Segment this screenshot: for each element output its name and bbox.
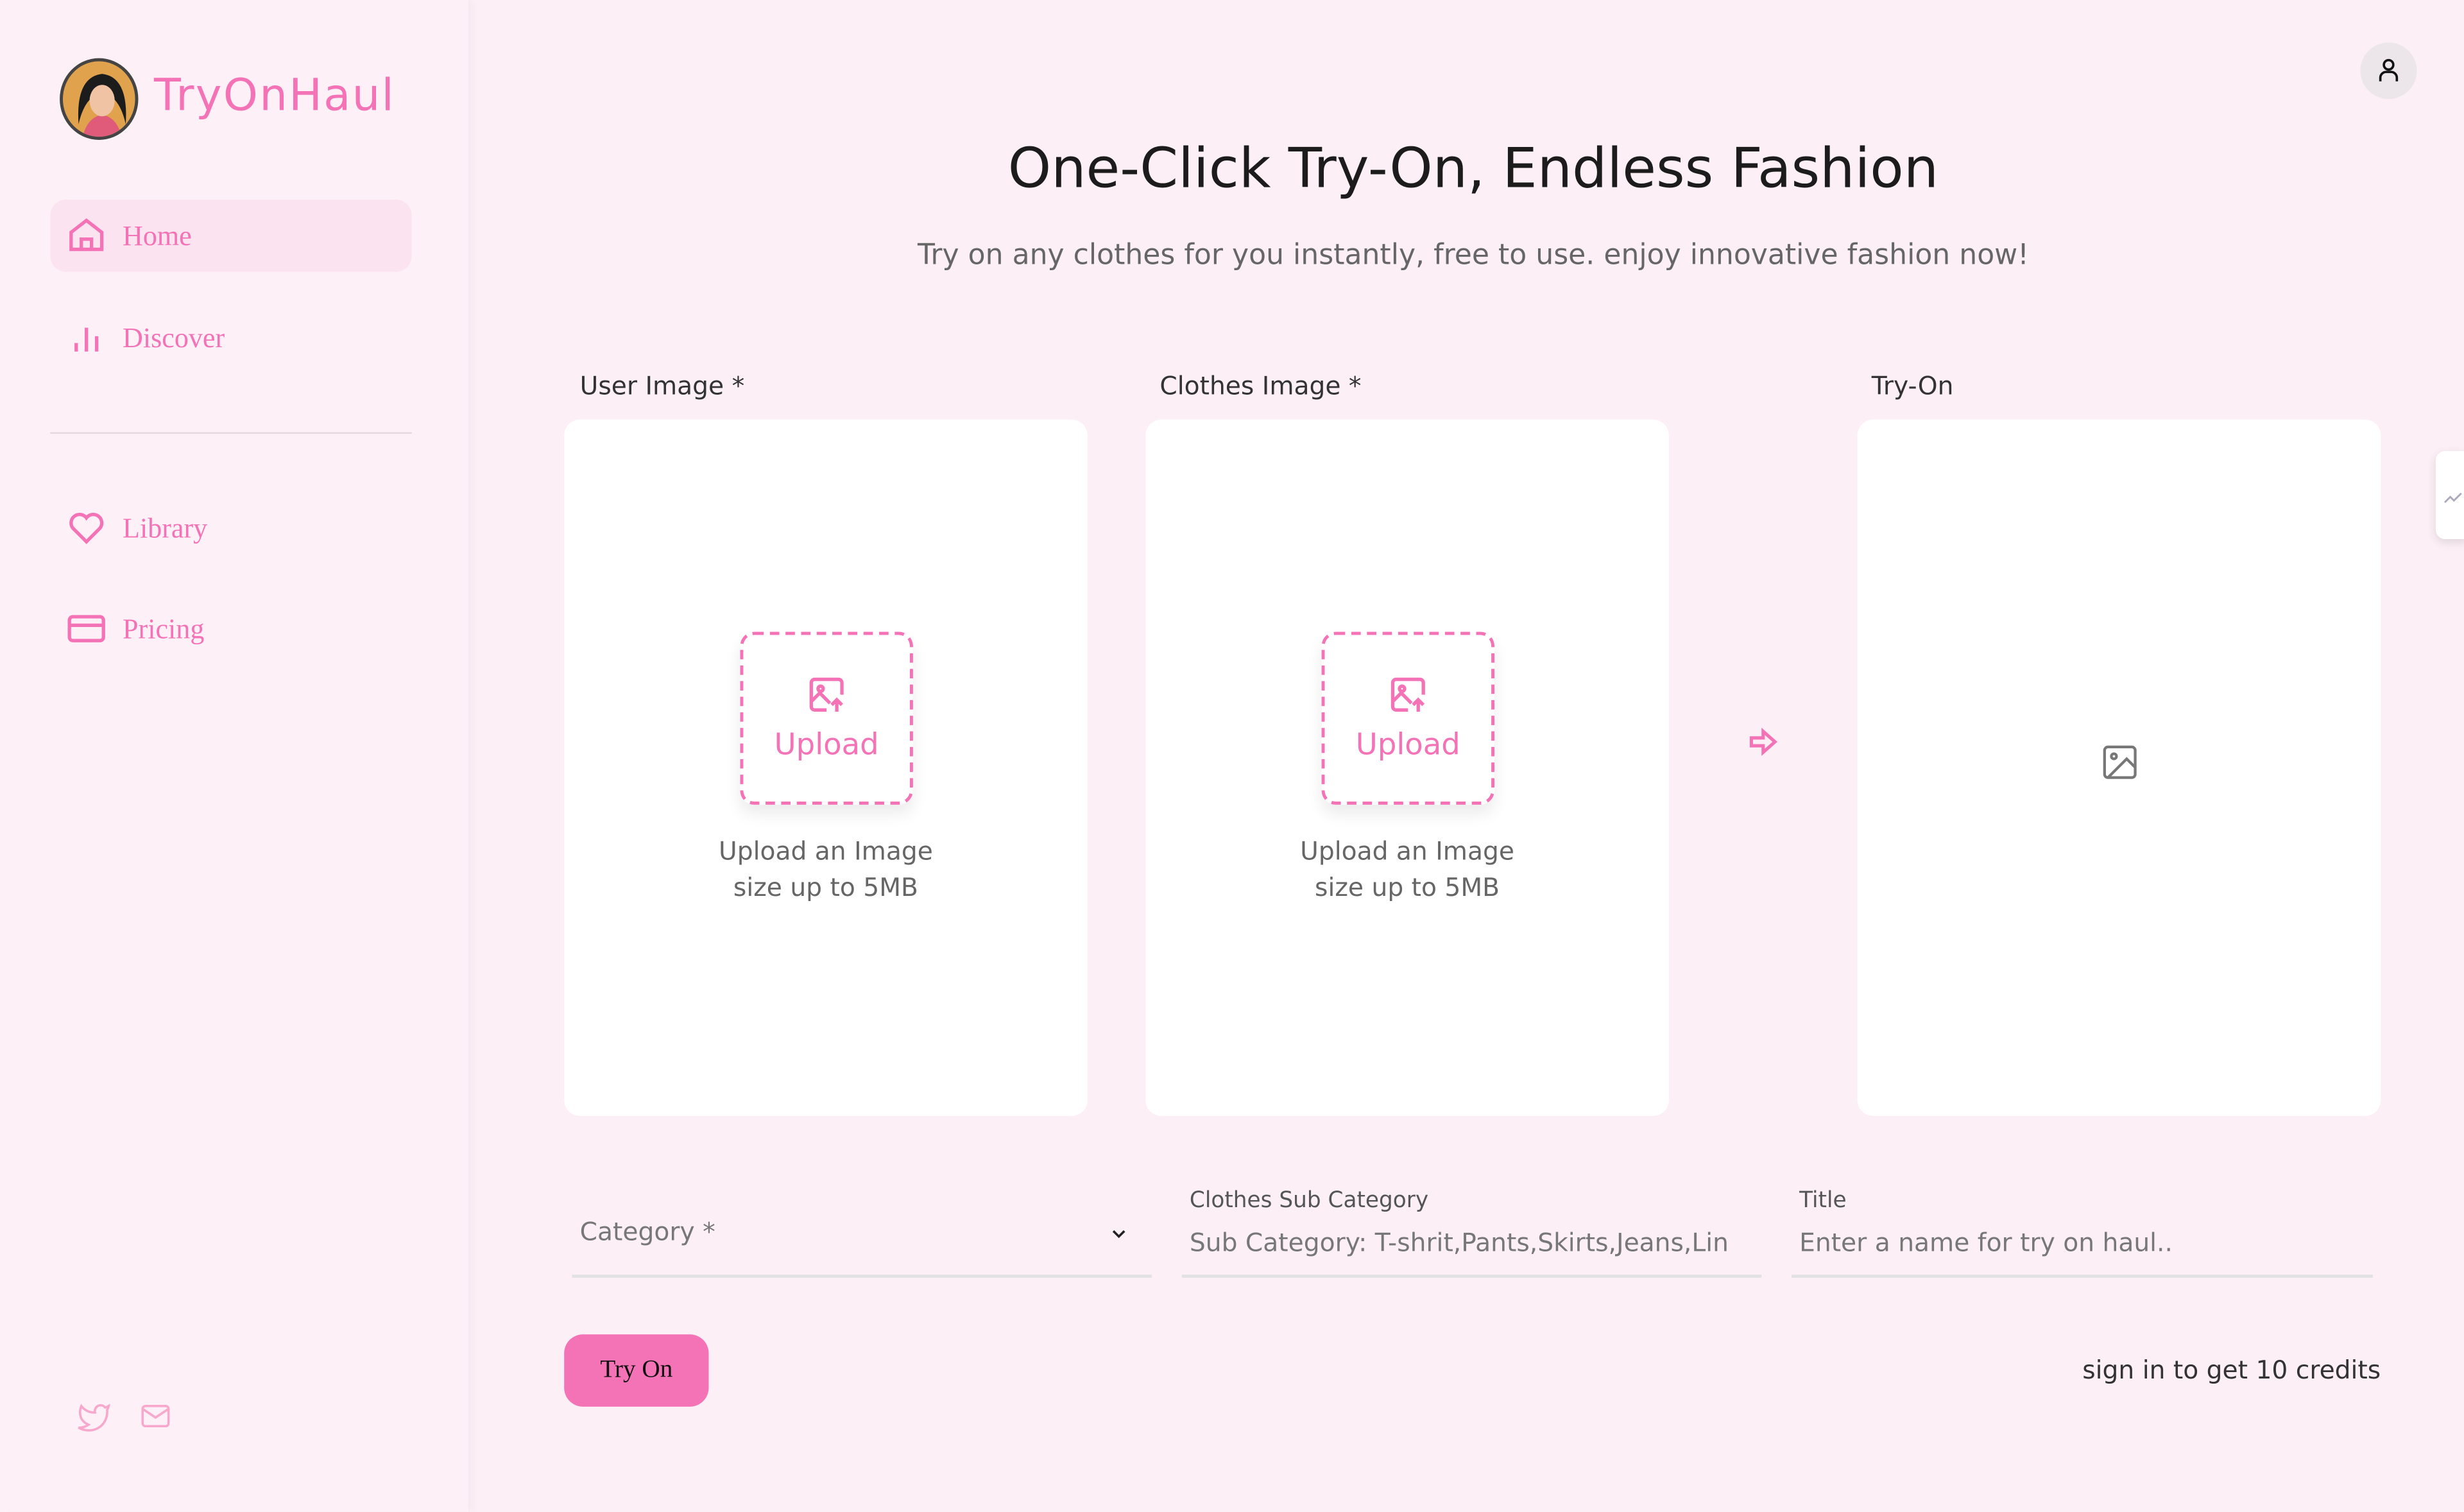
upload-size-hint: size up to 5MB (733, 872, 918, 902)
page-title: One-Click Try-On, Endless Fashion (1007, 138, 1939, 202)
clothes-image-panel: Upload Upload an Image size up to 5MB (1145, 419, 1669, 1116)
clothes-image-upload-button[interactable]: Upload (1321, 631, 1494, 805)
try-on-button[interactable]: Try On (564, 1334, 709, 1407)
bar-chart-icon (74, 327, 99, 352)
sidebar-item-discover[interactable]: Discover (50, 302, 411, 374)
user-image-label: User Image * (579, 370, 745, 401)
subcategory-input[interactable]: Clothes Sub Category Sub Category: T-shr… (1181, 1182, 1762, 1278)
sidebar-item-label: Pricing (123, 612, 205, 644)
logo-avatar (60, 58, 139, 140)
sidebar-divider (50, 432, 412, 434)
heart-icon (69, 513, 104, 544)
upload-hint-line: Upload an Image (719, 836, 933, 866)
title-label: Title (1799, 1188, 1847, 1214)
mail-icon (141, 1405, 170, 1428)
category-select[interactable]: Category * (572, 1182, 1152, 1278)
sidebar-item-label: Discover (123, 321, 225, 353)
upload-label: Upload (1355, 727, 1460, 762)
category-placeholder: Category * (579, 1216, 715, 1247)
mail-link[interactable] (139, 1399, 173, 1440)
try-on-result-panel (1857, 419, 2381, 1116)
user-icon (2379, 58, 2399, 82)
brand-name[interactable]: TryOnHaul (154, 69, 395, 121)
sidebar-item-pricing[interactable]: Pricing (50, 592, 411, 665)
credits-note: sign in to get 10 credits (2082, 1355, 2381, 1385)
chart-icon (2444, 492, 2462, 503)
user-account-button[interactable] (2360, 42, 2417, 99)
chevron-down-icon (1112, 1230, 1125, 1239)
home-icon (69, 218, 104, 252)
upload-hint-line: Upload an Image (1300, 836, 1514, 866)
sidebar-item-home[interactable]: Home (50, 200, 412, 272)
twitter-link[interactable] (77, 1399, 112, 1440)
sidebar-item-label: Home (123, 219, 192, 251)
user-image-upload-button[interactable]: Upload (740, 631, 913, 805)
subcategory-placeholder: Sub Category: T-shrit,Pants,Skirts,Jeans… (1189, 1227, 1729, 1258)
title-placeholder: Enter a name for try on haul.. (1799, 1227, 2173, 1258)
user-image-panel: Upload Upload an Image size up to 5MB (564, 419, 1088, 1116)
upload-label: Upload (774, 727, 879, 762)
sidebar-item-label: Library (123, 511, 208, 544)
subcategory-label: Clothes Sub Category (1189, 1188, 1429, 1214)
credit-card-icon (67, 615, 105, 642)
clothes-image-label: Clothes Image * (1159, 370, 1362, 401)
image-upload-icon (1390, 677, 1425, 712)
title-input[interactable]: Title Enter a name for try on haul.. (1791, 1182, 2373, 1278)
sidebar-item-library[interactable]: Library (50, 492, 411, 565)
side-panel-toggle[interactable] (2435, 451, 2464, 540)
upload-hint: Upload an Image size up to 5MB (564, 833, 1088, 906)
image-placeholder-icon (2103, 745, 2137, 779)
upload-hint: Upload an Image size up to 5MB (1145, 833, 1669, 906)
twitter-icon (78, 1404, 110, 1432)
page-subtitle: Try on any clothes for you instantly, fr… (917, 239, 2029, 272)
arrow-right-icon (1749, 727, 1777, 756)
upload-size-hint: size up to 5MB (1315, 872, 1500, 902)
try-on-label: Try-On (1871, 370, 1954, 401)
image-upload-icon (809, 677, 844, 712)
sidebar: TryOnHaul Home Discover Library Pricing (0, 0, 468, 1512)
